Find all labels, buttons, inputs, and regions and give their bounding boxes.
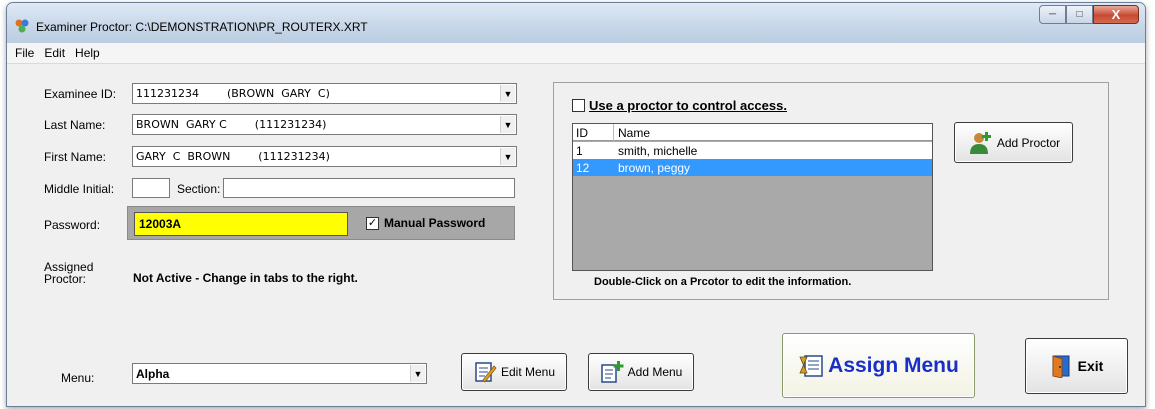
assign-menu-button[interactable]: Assign Menu	[782, 333, 975, 398]
first-name-value: GARY C BROWN (111231234)	[136, 150, 330, 163]
caption-buttons: ─ □ X	[1039, 5, 1139, 24]
middle-initial-field[interactable]	[132, 178, 170, 198]
proctor-hint: Double-Click on a Prcotor to edit the in…	[594, 276, 852, 288]
list-item[interactable]: 1 smith, michelle	[573, 142, 932, 159]
menu-file[interactable]: File	[10, 46, 39, 60]
add-user-icon	[969, 131, 991, 154]
chevron-down-icon[interactable]: ▼	[410, 365, 425, 382]
section-field[interactable]	[223, 178, 515, 198]
menu-combo[interactable]: Alpha ▼	[132, 363, 427, 384]
assigned-proctor-label-line2: Proctor:	[44, 272, 87, 286]
edit-menu-icon	[475, 362, 497, 383]
minimize-icon: ─	[1048, 9, 1057, 20]
section-label: Section:	[177, 182, 221, 196]
password-label: Password:	[44, 218, 101, 232]
proctor-id: 12	[576, 161, 590, 175]
menu-value: Alpha	[136, 367, 170, 381]
manual-password-label: Manual Password	[384, 216, 486, 230]
close-button[interactable]: X	[1093, 5, 1139, 24]
proctor-list[interactable]: ID Name 1 smith, michelle 12 brown, pegg…	[572, 123, 933, 271]
proctor-id: 1	[576, 144, 583, 158]
last-name-label: Last Name:	[44, 118, 106, 132]
last-name-combo[interactable]: BROWN GARY C (111231234) ▼	[132, 114, 517, 135]
menu-label: Menu:	[61, 371, 95, 385]
add-menu-label: Add Menu	[627, 365, 683, 379]
assigned-proctor-label: Assigned Proctor:	[44, 261, 93, 285]
first-name-label: First Name:	[44, 150, 107, 164]
proctor-name: smith, michelle	[618, 144, 698, 158]
add-proctor-button[interactable]: Add Proctor	[954, 122, 1073, 163]
chevron-down-icon[interactable]: ▼	[500, 148, 515, 165]
maximize-button[interactable]: □	[1066, 5, 1093, 24]
edit-menu-button[interactable]: Edit Menu	[461, 353, 567, 391]
chevron-down-icon[interactable]: ▼	[500, 85, 515, 102]
column-header-name[interactable]: Name	[618, 126, 650, 140]
use-proctor-label: Use a proctor to control access.	[589, 98, 787, 113]
first-name-combo[interactable]: GARY C BROWN (111231234) ▼	[132, 146, 517, 167]
password-field[interactable]: 12003A	[134, 212, 348, 236]
assigned-proctor-status: Not Active - Change in tabs to the right…	[133, 271, 358, 285]
manual-password-checkbox[interactable]: ✓	[366, 217, 379, 230]
exit-button[interactable]: Exit	[1025, 338, 1128, 394]
menu-bar: File Edit Help	[7, 43, 1145, 64]
proctor-list-header: ID Name	[573, 124, 932, 141]
column-header-id[interactable]: ID	[576, 126, 588, 140]
examinee-id-label: Examinee ID:	[44, 87, 117, 101]
close-icon: X	[1111, 7, 1121, 22]
app-window: Examiner Proctor: C:\DEMONSTRATION\PR_RO…	[6, 2, 1146, 407]
column-divider	[613, 124, 614, 141]
menu-edit[interactable]: Edit	[39, 46, 70, 60]
proctor-name: brown, peggy	[618, 161, 691, 175]
edit-menu-label: Edit Menu	[500, 365, 556, 379]
add-proctor-label: Add Proctor	[996, 135, 1061, 150]
minimize-button[interactable]: ─	[1039, 5, 1066, 24]
assign-menu-icon	[799, 354, 823, 377]
exit-door-icon	[1052, 355, 1070, 378]
use-proctor-checkbox[interactable]	[572, 99, 585, 112]
list-item-selected[interactable]: 12 brown, peggy	[573, 159, 932, 176]
password-value: 12003A	[139, 217, 182, 231]
menu-help[interactable]: Help	[70, 46, 105, 60]
middle-initial-label: Middle Initial:	[44, 182, 115, 196]
add-menu-icon	[600, 361, 624, 383]
assign-menu-label: Assign Menu	[828, 353, 959, 377]
chevron-down-icon[interactable]: ▼	[500, 116, 515, 133]
last-name-value: BROWN GARY C (111231234)	[136, 118, 327, 131]
client-area: Examinee ID: 111231234 (BROWN GARY C) ▼ …	[7, 65, 1145, 406]
password-panel: 12003A ✓ Manual Password	[127, 206, 515, 240]
window-title: Examiner Proctor: C:\DEMONSTRATION\PR_RO…	[36, 20, 368, 34]
title-bar: Examiner Proctor: C:\DEMONSTRATION\PR_RO…	[7, 3, 1145, 43]
examinee-id-combo[interactable]: 111231234 (BROWN GARY C) ▼	[132, 83, 517, 104]
exit-label: Exit	[1077, 358, 1104, 374]
examinee-id-value: 111231234 (BROWN GARY C)	[136, 87, 330, 100]
add-menu-button[interactable]: Add Menu	[588, 353, 694, 391]
maximize-icon: □	[1076, 9, 1083, 20]
app-icon	[15, 19, 29, 33]
